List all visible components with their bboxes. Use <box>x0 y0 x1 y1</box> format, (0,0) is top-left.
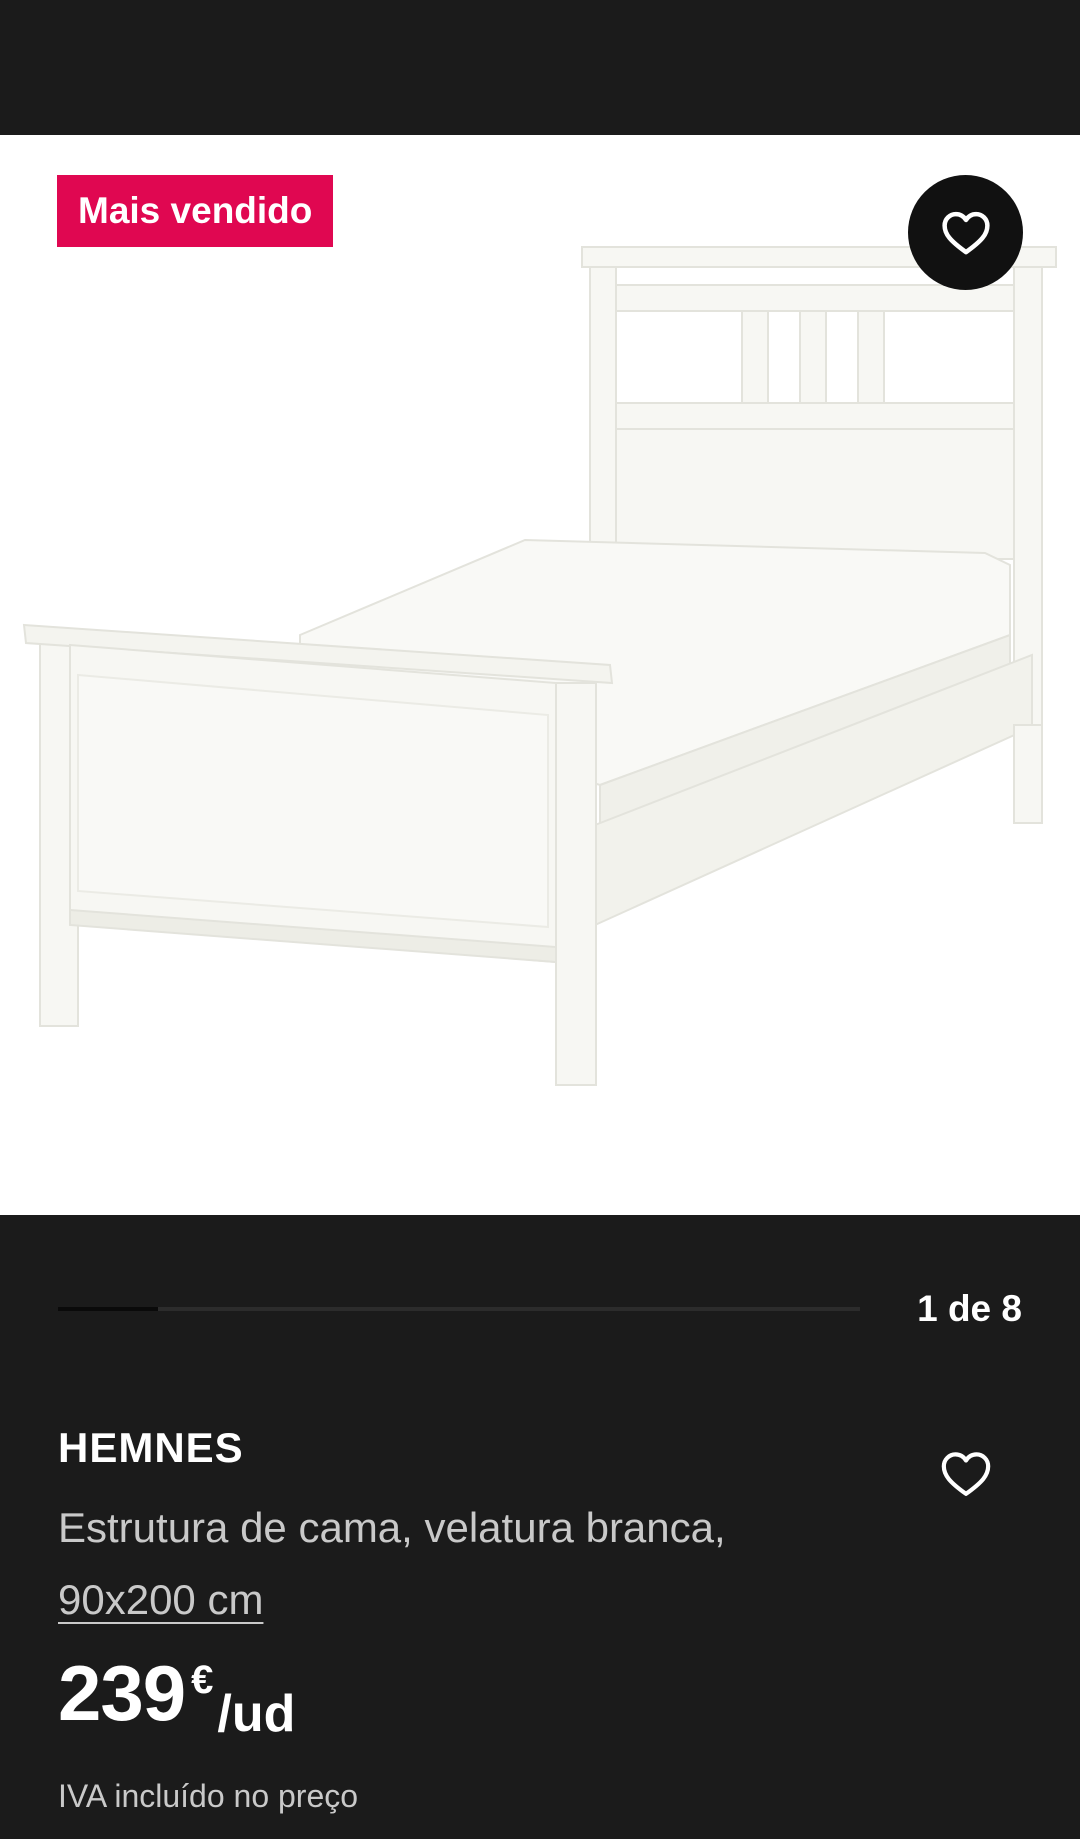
product-image-gallery[interactable]: Mais vendido <box>0 135 1080 1215</box>
save-to-favorites-button[interactable] <box>936 1444 996 1504</box>
price-amount: 239 <box>58 1649 186 1737</box>
gallery-page-counter: 1 de 8 <box>917 1288 1022 1329</box>
top-bar <box>0 0 1080 135</box>
product-price: 239 € /ud <box>58 1650 295 1740</box>
product-description: Estrutura de cama, velatura branca, <box>58 1504 726 1551</box>
heart-icon <box>941 211 990 254</box>
product-name: HEMNES <box>58 1424 244 1471</box>
gallery-progress-bar <box>58 1307 860 1311</box>
product-size-link[interactable]: 90x200 cm <box>58 1576 263 1623</box>
heart-icon <box>941 1452 991 1496</box>
favorite-button[interactable] <box>908 175 1023 290</box>
product-description-block: Estrutura de cama, velatura branca, 90x2… <box>58 1492 878 1636</box>
bestseller-badge: Mais vendido <box>57 175 334 247</box>
gallery-progress-fill <box>58 1307 159 1311</box>
vat-note: IVA incluído no preço <box>58 1778 359 1814</box>
price-currency: € <box>191 1658 214 1702</box>
product-image <box>22 246 1057 1086</box>
price-unit: /ud <box>217 1685 296 1743</box>
